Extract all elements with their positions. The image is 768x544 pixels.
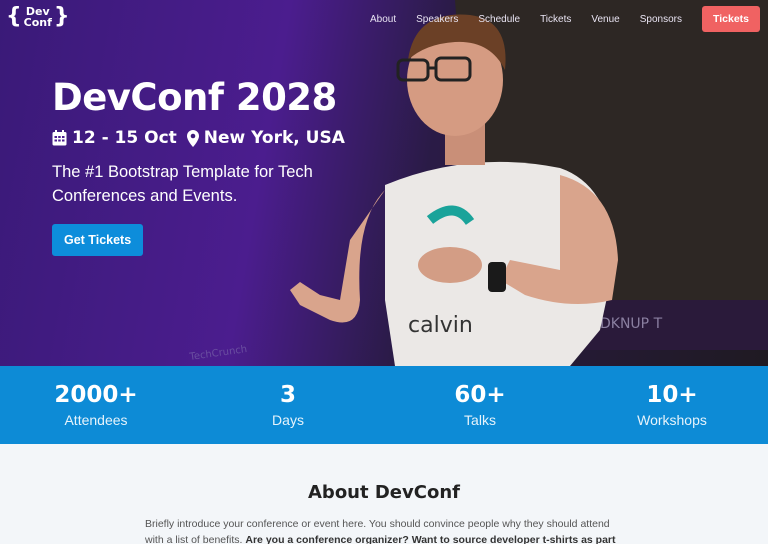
stat-value: 60+ [454, 382, 506, 408]
nav-link-about[interactable]: About [370, 14, 396, 25]
hero-dates: 12 - 15 Oct [72, 128, 177, 148]
nav-link-venue[interactable]: Venue [591, 14, 619, 25]
stat-talks: 60+ Talks [384, 366, 576, 444]
calendar-icon [52, 130, 67, 146]
logo-brace-right: } [53, 4, 70, 29]
about-section: About DevConf Briefly introduce your con… [0, 444, 768, 544]
hero-location: New York, USA [203, 128, 345, 148]
nav-link-schedule[interactable]: Schedule [478, 14, 520, 25]
shirt-logo-text: calvin [408, 313, 473, 338]
stat-workshops: 10+ Workshops [576, 366, 768, 444]
get-tickets-button[interactable]: Get Tickets [52, 224, 144, 256]
svg-text:DKNUP T: DKNUP T [600, 316, 663, 332]
site-logo[interactable]: { Dev Conf } [6, 4, 70, 29]
nav-link-speakers[interactable]: Speakers [416, 14, 458, 25]
about-text: Briefly introduce your conference or eve… [145, 516, 625, 544]
stat-label: Days [272, 412, 304, 428]
hero-section: DKNUP T TechCrunch calvin { Dev Conf } A… [0, 0, 768, 366]
stat-days: 3 Days [192, 366, 384, 444]
stat-value: 3 [279, 382, 296, 408]
stat-label: Attendees [64, 412, 128, 428]
stat-label: Talks [464, 412, 496, 428]
hero-title: DevConf 2028 [52, 76, 337, 119]
hero-event-meta: 12 - 15 Oct New York, USA [52, 128, 345, 148]
nav-tickets-button[interactable]: Tickets [702, 6, 760, 32]
logo-line-2: Conf [23, 16, 52, 29]
svg-text:TechCrunch: TechCrunch [188, 344, 248, 363]
stat-value: 2000+ [54, 382, 138, 408]
stat-value: 10+ [646, 382, 698, 408]
main-nav: About Speakers Schedule Tickets Venue Sp… [370, 6, 760, 32]
stat-attendees: 2000+ Attendees [0, 366, 192, 444]
logo-brace-left: { [6, 4, 22, 29]
stat-label: Workshops [637, 412, 707, 428]
stats-bar: 2000+ Attendees 3 Days 60+ Talks 10+ Wor… [0, 366, 768, 444]
hero-tagline: The #1 Bootstrap Template for Tech Confe… [52, 163, 313, 205]
map-pin-icon [186, 129, 199, 147]
nav-link-sponsors[interactable]: Sponsors [640, 14, 682, 25]
about-title: About DevConf [308, 482, 460, 503]
nav-link-tickets[interactable]: Tickets [540, 14, 571, 25]
